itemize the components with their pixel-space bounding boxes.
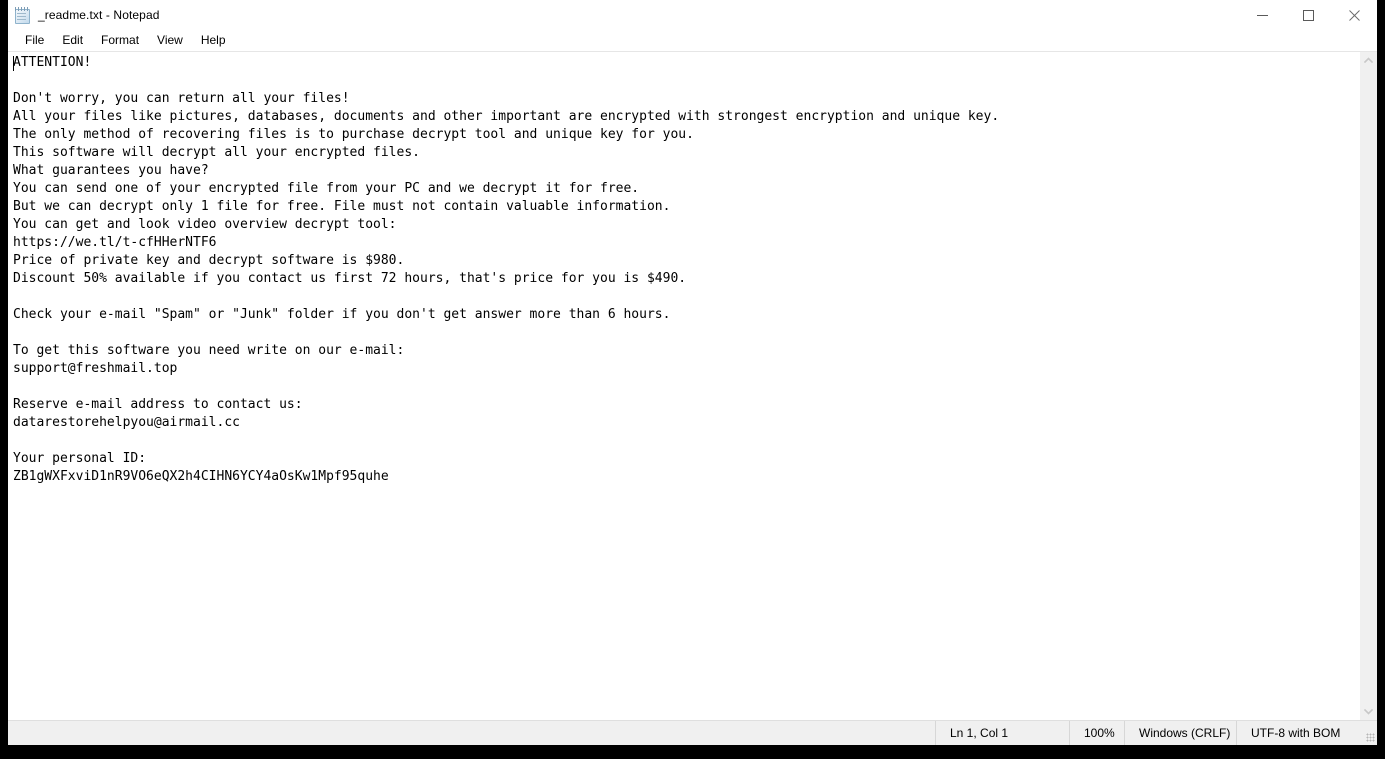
notepad-window: _readme.txt - Notepad File Edit Format V… — [8, 0, 1377, 745]
note-text-content[interactable]: ATTENTION! Don't worry, you can return a… — [13, 54, 999, 486]
chevron-down-icon — [1364, 708, 1373, 715]
desktop-backdrop: _readme.txt - Notepad File Edit Format V… — [0, 0, 1385, 759]
status-zoom-level[interactable]: 100% — [1069, 721, 1124, 745]
close-icon — [1348, 9, 1360, 21]
menu-bar: File Edit Format View Help — [8, 30, 1377, 51]
window-controls — [1239, 0, 1377, 30]
editor-area: ATTENTION! Don't worry, you can return a… — [8, 51, 1377, 720]
scroll-up-button[interactable] — [1360, 52, 1377, 69]
menu-item-edit[interactable]: Edit — [53, 31, 92, 50]
maximize-button[interactable] — [1285, 0, 1331, 30]
status-bar-spacer — [8, 721, 935, 745]
window-title: _readme.txt - Notepad — [38, 8, 160, 22]
status-encoding: UTF-8 with BOM — [1236, 721, 1361, 745]
maximize-icon — [1302, 9, 1314, 21]
text-editor[interactable]: ATTENTION! Don't worry, you can return a… — [8, 52, 1359, 720]
resize-grip[interactable] — [1361, 721, 1377, 745]
scrollbar-track[interactable] — [1360, 69, 1377, 703]
title-bar[interactable]: _readme.txt - Notepad — [8, 0, 1377, 30]
menu-item-view[interactable]: View — [148, 31, 192, 50]
status-cursor-position: Ln 1, Col 1 — [935, 721, 1069, 745]
scroll-down-button[interactable] — [1360, 703, 1377, 720]
minimize-icon — [1256, 14, 1268, 16]
menu-item-file[interactable]: File — [16, 31, 53, 50]
notepad-icon — [14, 7, 30, 24]
minimize-button[interactable] — [1239, 0, 1285, 30]
menu-item-help[interactable]: Help — [192, 31, 235, 50]
close-button[interactable] — [1331, 0, 1377, 30]
menu-item-format[interactable]: Format — [92, 31, 148, 50]
chevron-up-icon — [1364, 57, 1373, 64]
status-bar: Ln 1, Col 1 100% Windows (CRLF) UTF-8 wi… — [8, 720, 1377, 745]
vertical-scrollbar[interactable] — [1359, 52, 1377, 720]
status-line-ending: Windows (CRLF) — [1124, 721, 1236, 745]
